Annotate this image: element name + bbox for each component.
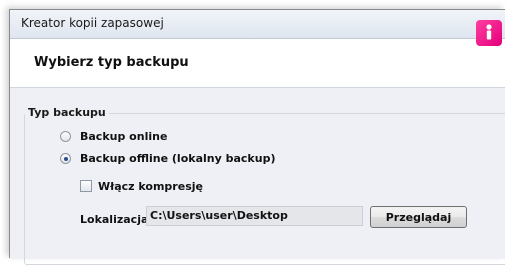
radio-offline-label: Backup offline (lokalny backup): [80, 152, 276, 165]
radio-online-label: Backup online: [80, 130, 168, 143]
radio-online-button[interactable]: [60, 131, 71, 142]
compression-label: Włącz kompresję: [98, 180, 203, 193]
radio-offline-button[interactable]: [60, 153, 71, 164]
browse-button[interactable]: Przeglądaj: [370, 206, 467, 228]
title-bar[interactable]: Kreator kopii zapasowej: [10, 10, 505, 39]
wizard-header: Wybierz typ backupu: [10, 39, 505, 88]
browse-button-label: Przeglądaj: [385, 210, 452, 224]
compression-checkbox[interactable]: [80, 180, 92, 192]
location-value: C:\Users\user\Desktop: [150, 209, 288, 222]
lock-shield-icon: [476, 20, 502, 46]
location-label: Lokalizacja:: [80, 213, 153, 226]
group-legend: Typ backupu: [25, 106, 109, 119]
page-title: Wybierz typ backupu: [34, 55, 189, 70]
window-title: Kreator kopii zapasowej: [21, 16, 164, 30]
location-field[interactable]: C:\Users\user\Desktop: [146, 206, 363, 226]
